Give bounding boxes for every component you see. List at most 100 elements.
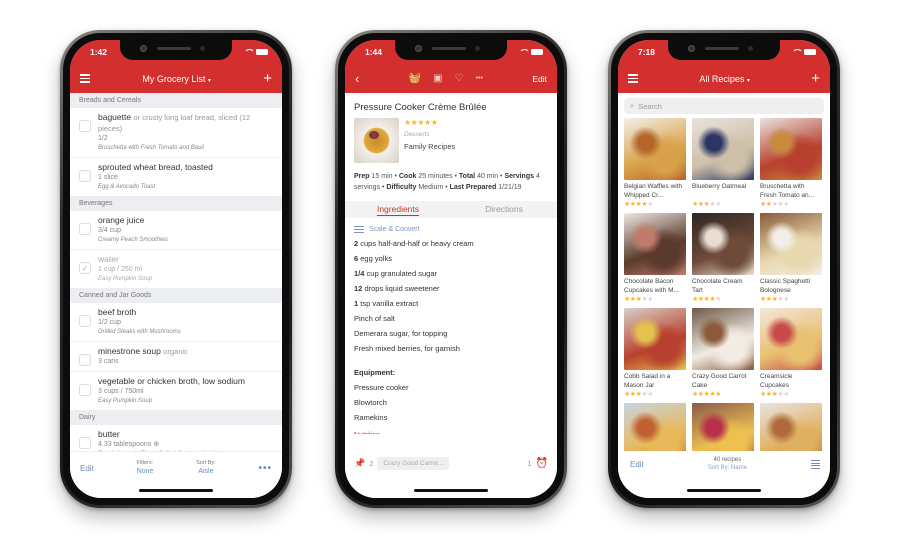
item-name: minestrone soup <box>98 346 161 356</box>
more-options-icon[interactable]: ••• <box>476 75 483 82</box>
phone-bezel: 1:42 My Grocery List ▾ + Breads and Cere… <box>63 33 289 505</box>
item-name: orange juice <box>98 215 145 225</box>
collection-title-dropdown[interactable]: All Recipes ▾ <box>699 74 750 84</box>
aisle-section-header: Canned and Jar Goods <box>70 288 282 303</box>
tab-directions[interactable]: Directions <box>451 201 557 218</box>
list-view-icon[interactable] <box>811 459 820 470</box>
recipe-card[interactable]: Creamsicle Cupcakes ★★★★★ <box>760 308 822 399</box>
item-quantity: 3 cups / 750ml <box>98 388 144 395</box>
grocery-item[interactable]: sprouted wheat bread, toasted 1 slice Egg … <box>70 158 282 196</box>
equipment-item: Ramekins <box>354 413 388 422</box>
ingredient-text: Fresh mixed berries, for garnish <box>354 344 460 353</box>
equipment-heading: Equipment: <box>354 368 396 377</box>
recipe-name: Blueberry Oatmeal <box>692 183 747 190</box>
sort-by-button[interactable]: Sort By: Aisle <box>196 460 216 476</box>
item-name: beef broth <box>98 307 137 317</box>
recipe-photo[interactable] <box>354 118 399 163</box>
recipe-card[interactable]: Chocolate Bacon Cupcakes with M... ★★★★★ <box>624 213 686 304</box>
edit-button[interactable]: Edit <box>532 74 547 84</box>
grocery-item[interactable]: orange juice 3/4 cup Creamy Peach Smoothie… <box>70 211 282 250</box>
hamburger-menu-icon[interactable] <box>80 74 90 83</box>
sort-by-label[interactable]: Sort By: Name <box>708 465 747 473</box>
search-placeholder: Search <box>638 101 662 111</box>
grocery-item[interactable]: vegetable or chicken broth, low sodium 3 … <box>70 372 282 410</box>
add-to-basket-icon[interactable]: 🧺 <box>409 73 421 84</box>
recipe-photo <box>624 118 686 180</box>
hamburger-menu-icon[interactable] <box>628 74 638 83</box>
recipe-name: Chocolate Bacon Cupcakes with M... <box>624 278 679 294</box>
scale-convert-button[interactable]: Scale & Convert <box>345 218 557 236</box>
ingredient-text: egg yolks <box>360 254 392 263</box>
checkbox[interactable] <box>79 170 91 182</box>
item-name: sprouted wheat bread, toasted <box>98 162 213 172</box>
ingredient-text: cup granulated sugar <box>366 269 437 278</box>
sliders-icon <box>354 226 364 233</box>
filters-button[interactable]: Filters: None <box>137 460 154 476</box>
checked-checkbox[interactable]: ✓ <box>79 262 91 274</box>
item-quantity: 1/2 <box>98 135 108 142</box>
item-quantity: 1/2 cup <box>98 319 121 326</box>
ingredient-item: 6 egg yolks <box>345 251 557 266</box>
recipe-card[interactable]: Classic Spaghetti Bolognese ★★★★★ <box>760 213 822 304</box>
pin-icon[interactable]: 📌 <box>354 458 365 469</box>
recipe-card[interactable]: Chocolate Cream Tart ★★★★★ <box>692 213 754 304</box>
grocery-item[interactable]: baguette or crusty long loaf bread, slic… <box>70 108 282 158</box>
ingredient-amount: 6 <box>354 254 359 263</box>
star-rating: ★★★★★ <box>624 296 653 303</box>
aisle-section-header: Breads and Cereals <box>70 93 282 108</box>
item-name: butter <box>98 429 120 439</box>
notch <box>120 40 232 60</box>
grocery-item[interactable]: ✓ water 1 cup / 250 ml Easy Pumpkin Soup <box>70 250 282 288</box>
grocery-item[interactable]: beef broth 1/2 cup Grilled Steaks with Mus… <box>70 303 282 342</box>
back-chevron-icon[interactable]: ‹ <box>355 71 359 86</box>
tab-ingredients[interactable]: Ingredients <box>345 201 451 218</box>
recipe-card[interactable]: Cobb Salad in a Mason Jar ★★★★★ <box>624 308 686 399</box>
add-icon[interactable]: + <box>811 71 820 86</box>
recipe-card[interactable]: Bruschetta with Fresh Tomato an... ★★★★★ <box>760 118 822 209</box>
grocery-item[interactable]: minestrone soup organic 3 cans <box>70 342 282 372</box>
edit-button[interactable]: Edit <box>630 460 644 469</box>
edit-button[interactable]: Edit <box>80 464 94 473</box>
checkbox[interactable] <box>79 120 91 132</box>
recipe-card[interactable]: Belgian Waffles with Whipped Cr... ★★★★★ <box>624 118 686 209</box>
item-quantity: 3 cans <box>98 358 119 365</box>
item-quantity: 3/4 cup <box>98 227 121 234</box>
ingredient-item: 1/4 cup granulated sugar <box>345 266 557 281</box>
ingredient-text: Pinch of salt <box>354 314 395 323</box>
checkbox[interactable] <box>79 354 91 366</box>
more-options-icon[interactable]: ••• <box>258 463 272 474</box>
checkbox[interactable] <box>79 437 91 449</box>
item-name: baguette <box>98 112 132 122</box>
recipe-photo <box>624 308 686 370</box>
search-input[interactable]: ⌕ Search <box>624 98 824 114</box>
checkbox[interactable] <box>79 315 91 327</box>
ingredient-amount: 12 <box>354 284 363 293</box>
list-title-dropdown[interactable]: My Grocery List ▾ <box>142 74 211 84</box>
recipe-card[interactable]: Crazy Good Carrot Cake ★★★★★ <box>692 308 754 399</box>
recipe-name: Cobb Salad in a Mason Jar <box>624 373 671 389</box>
add-icon[interactable]: + <box>263 71 272 86</box>
star-rating: ★★★★★ <box>760 201 789 208</box>
star-rating[interactable]: ★★★★★ <box>404 118 455 128</box>
favorite-heart-icon[interactable]: ♡ <box>455 73 464 84</box>
ingredient-item: 12 drops liquid sweetener <box>345 281 557 296</box>
item-recipe: Egg & Avocado Toast <box>98 184 156 190</box>
star-rating: ★★★★★ <box>624 201 653 208</box>
checkbox[interactable] <box>79 223 91 235</box>
pinned-recipe-chip[interactable]: Crazy Good Carrot... <box>377 457 450 470</box>
recipe-name: Crazy Good Carrot Cake <box>692 373 747 389</box>
recipe-grid: Belgian Waffles with Whipped Cr... ★★★★★ B… <box>618 118 830 465</box>
recipe-info: Prep 15 min • Cook 25 minutes • Total 40… <box>354 173 540 191</box>
add-to-calendar-icon[interactable]: ▣ <box>433 73 442 84</box>
checkbox[interactable] <box>79 384 91 396</box>
ingredient-item: 2 cups half-and-half or heavy cream <box>345 236 557 251</box>
phone-bezel: 1:44 ‹ 🧺 ▣ ♡ ••• Edit Pressure Cooker Cr… <box>338 33 564 505</box>
ingredient-item: Fresh mixed berries, for garnish <box>345 341 557 356</box>
wifi-icon <box>792 48 803 56</box>
recipe-card[interactable]: Blueberry Oatmeal ★★★★★ <box>692 118 754 209</box>
item-name: vegetable or chicken broth, low sodium <box>98 376 245 386</box>
timer-count: 1 <box>527 459 532 468</box>
recipe-photo <box>692 118 754 180</box>
star-rating: ★★★★★ <box>692 391 721 398</box>
alarm-clock-icon[interactable]: ⏰ <box>536 458 548 469</box>
